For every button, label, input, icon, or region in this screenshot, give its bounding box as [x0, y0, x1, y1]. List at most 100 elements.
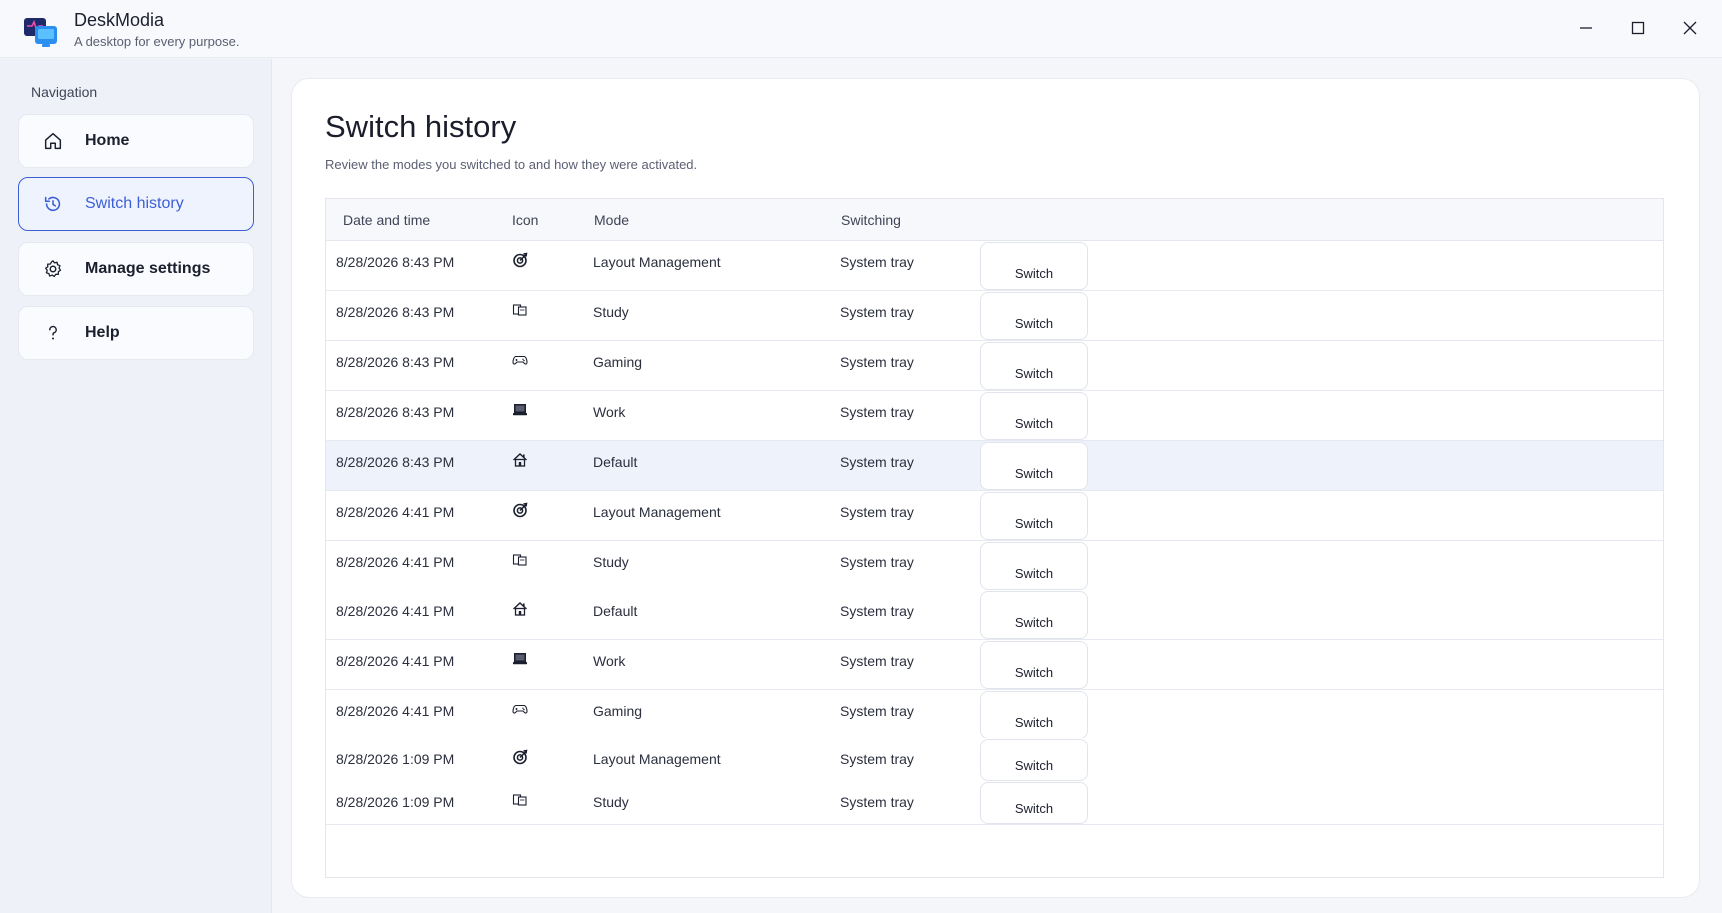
table-row: 8/28/2026 4:41 PM Layout Management System… — [326, 491, 1663, 541]
app-name: DeskModia — [74, 10, 165, 30]
row-mode: Study — [593, 554, 629, 570]
row-mode: Default — [593, 603, 638, 619]
switch-button[interactable]: Switch — [980, 292, 1088, 340]
switch-button[interactable]: Switch — [980, 342, 1088, 390]
table-row: 8/28/2026 8:43 PM Gaming System tray Switch — [326, 341, 1663, 391]
row-mode: Study — [593, 304, 629, 320]
table-row: 8/28/2026 1:09 PM Study System tray Switch — [326, 781, 1663, 825]
table-row: 8/28/2026 4:41 PM Default System tray Switc… — [326, 590, 1663, 640]
header-switching: Switching — [841, 212, 901, 228]
sidebar-item-manage-settings[interactable]: Manage settings — [18, 242, 254, 296]
table-row: 8/28/2026 4:41 PM Work System tray Switch — [326, 640, 1663, 690]
house-icon — [512, 601, 530, 619]
minimize-icon — [1580, 27, 1592, 29]
row-mode: Default — [593, 454, 638, 470]
row-date: 8/28/2026 8:43 PM — [336, 404, 455, 420]
switch-button[interactable]: Switch — [980, 542, 1088, 590]
sidebar-item-label: Switch history — [85, 195, 184, 212]
gamepad-icon — [512, 352, 530, 370]
row-mode: Layout Management — [593, 504, 721, 520]
row-date: 8/28/2026 4:41 PM — [336, 653, 455, 669]
maximize-icon — [1631, 21, 1645, 35]
maximize-button[interactable] — [1616, 10, 1660, 46]
sidebar-item-label: Home — [85, 132, 130, 149]
main-card: Switch history Review the modes you swit… — [291, 78, 1700, 898]
app-tagline: A desktop for every purpose. — [74, 34, 240, 49]
header-date: Date and time — [343, 212, 431, 228]
gamepad-icon — [512, 701, 530, 719]
row-mode: Work — [593, 404, 626, 420]
table-row: 8/28/2026 8:43 PM Study System tray Switch — [326, 291, 1663, 341]
row-date: 8/28/2026 8:43 PM — [336, 354, 455, 370]
row-switching: System tray — [840, 504, 914, 520]
row-date: 8/28/2026 4:41 PM — [336, 703, 455, 719]
nav-heading: Navigation — [31, 84, 98, 100]
sidebar: Navigation Home Switch history Manage se… — [0, 59, 272, 913]
row-date: 8/28/2026 4:41 PM — [336, 554, 455, 570]
row-switching: System tray — [840, 751, 914, 767]
table-row: 8/28/2026 8:43 PM Work System tray Switch — [326, 391, 1663, 441]
row-switching: System tray — [840, 554, 914, 570]
header-icon: Icon — [512, 212, 539, 228]
house-icon — [512, 452, 530, 470]
row-switching: System tray — [840, 304, 914, 320]
row-switching: System tray — [840, 254, 914, 270]
close-icon — [1683, 21, 1697, 35]
target-icon — [512, 749, 530, 767]
row-mode: Gaming — [593, 354, 643, 370]
question-icon — [41, 321, 65, 345]
page-subtitle: Review the modes you switched to and how… — [325, 157, 698, 172]
close-button[interactable] — [1668, 10, 1712, 46]
row-date: 8/28/2026 1:09 PM — [336, 794, 455, 810]
sidebar-item-label: Help — [85, 324, 120, 341]
row-switching: System tray — [840, 603, 914, 619]
row-date: 8/28/2026 1:09 PM — [336, 751, 455, 767]
switch-button[interactable]: Switch — [980, 392, 1088, 440]
table-row: 8/28/2026 4:41 PM Study System tray Switch — [326, 541, 1663, 591]
books-icon — [512, 552, 530, 570]
sidebar-item-help[interactable]: Help — [18, 306, 254, 360]
switch-button[interactable]: Switch — [980, 782, 1088, 824]
row-switching: System tray — [840, 404, 914, 420]
target-icon — [512, 502, 530, 520]
switch-button[interactable]: Switch — [980, 739, 1088, 781]
switch-button[interactable]: Switch — [980, 492, 1088, 540]
row-date: 8/28/2026 8:43 PM — [336, 254, 455, 270]
history-icon — [41, 192, 65, 216]
switch-button[interactable]: Switch — [980, 641, 1088, 689]
switch-button[interactable]: Switch — [980, 691, 1088, 739]
row-date: 8/28/2026 4:41 PM — [336, 603, 455, 619]
row-date: 8/28/2026 8:43 PM — [336, 454, 455, 470]
row-switching: System tray — [840, 653, 914, 669]
row-mode: Layout Management — [593, 751, 721, 767]
table-row: 8/28/2026 8:43 PM Layout Management System… — [326, 241, 1663, 291]
row-switching: System tray — [840, 794, 914, 810]
books-icon — [512, 792, 530, 810]
row-mode: Study — [593, 794, 629, 810]
page-title: Switch history — [325, 109, 517, 144]
sidebar-item-switch-history[interactable]: Switch history — [18, 177, 254, 231]
row-switching: System tray — [840, 454, 914, 470]
sidebar-item-home[interactable]: Home — [18, 114, 254, 168]
row-date: 8/28/2026 4:41 PM — [336, 504, 455, 520]
table-row: 8/28/2026 1:09 PM Layout Management System… — [326, 738, 1663, 782]
laptop-icon — [512, 651, 530, 669]
row-switching: System tray — [840, 354, 914, 370]
app-logo-icon — [22, 12, 60, 50]
table-row: 8/28/2026 8:43 PM Default System tray Switc… — [326, 441, 1663, 491]
row-mode: Work — [593, 653, 626, 669]
target-icon — [512, 252, 530, 270]
switch-button[interactable]: Switch — [980, 442, 1088, 490]
header-mode: Mode — [594, 212, 630, 228]
table-header: Date and time Icon Mode Switching — [326, 199, 1663, 241]
switch-button[interactable]: Switch — [980, 591, 1088, 639]
row-date: 8/28/2026 8:43 PM — [336, 304, 455, 320]
home-icon — [41, 129, 65, 153]
row-switching: System tray — [840, 703, 914, 719]
switch-button[interactable]: Switch — [980, 242, 1088, 290]
laptop-icon — [512, 402, 530, 420]
minimize-button[interactable] — [1564, 10, 1608, 46]
sidebar-item-label: Manage settings — [85, 260, 211, 277]
table-row: 8/28/2026 4:41 PM Gaming System tray Switch — [326, 690, 1663, 740]
row-mode: Layout Management — [593, 254, 721, 270]
